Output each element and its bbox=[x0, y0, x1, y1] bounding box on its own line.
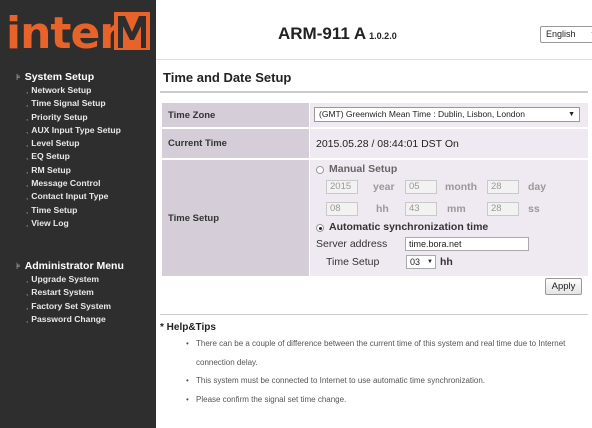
apply-button[interactable]: Apply bbox=[545, 278, 582, 295]
day-unit: day bbox=[528, 181, 547, 193]
menu-item-network-setup[interactable]: , Network Setup bbox=[26, 84, 121, 97]
menu-item-contact-input-type[interactable]: , Contact Input Type bbox=[26, 190, 121, 203]
divider bbox=[160, 314, 588, 315]
sync-interval-select[interactable]: 03 ▼ bbox=[406, 255, 436, 269]
menu-item-factory-set-system[interactable]: , Factory Set System bbox=[26, 300, 111, 313]
help-tips-title: * Help&Tips bbox=[160, 322, 216, 333]
collapse-icon: ⊧ bbox=[16, 72, 21, 82]
svg-text:inter: inter bbox=[6, 8, 121, 56]
minute-unit: mm bbox=[447, 203, 466, 215]
header: ARM-911 A1.0.2.0 English▼ bbox=[156, 0, 592, 60]
current-time-cell: 2015.05.28 / 08:44:01 DST On bbox=[310, 129, 588, 158]
time-zone-select[interactable]: (GMT) Greenwich Mean Time : Dublin, Lisb… bbox=[314, 107, 580, 122]
help-tips-list: There can be a couple of difference betw… bbox=[186, 335, 586, 409]
server-address-label: Server address bbox=[316, 238, 388, 250]
day-input[interactable]: 28 bbox=[487, 180, 519, 194]
menu-item-time-signal-setup[interactable]: , Time Signal Setup bbox=[26, 97, 121, 110]
current-time-label: Current Time bbox=[162, 129, 309, 158]
menu-item-rm-setup[interactable]: , RM Setup bbox=[26, 164, 121, 177]
current-time-value: 2015.05.28 / 08:44:01 DST On bbox=[316, 137, 459, 150]
sidebar: inter ⊧ System Setup , Network Setup , Time… bbox=[0, 0, 156, 428]
sync-interval-unit: hh bbox=[440, 256, 453, 268]
menu-item-aux-input-type-setup[interactable]: , AUX Input Type Setup bbox=[26, 124, 121, 137]
hour-unit: hh bbox=[376, 203, 389, 215]
help-tip: Please confirm the signal set time chang… bbox=[186, 391, 586, 410]
dropdown-arrow-icon: ▼ bbox=[427, 259, 433, 265]
menu-item-password-change[interactable]: , Password Change bbox=[26, 313, 111, 326]
server-address-input[interactable]: time.bora.net bbox=[405, 237, 529, 251]
auto-sync-label: Automatic synchronization time bbox=[329, 221, 489, 233]
second-input[interactable]: 28 bbox=[487, 202, 519, 216]
time-setup-label: Time Setup bbox=[162, 160, 309, 276]
manual-setup-label: Manual Setup bbox=[329, 163, 398, 175]
month-unit: month bbox=[445, 181, 478, 193]
menu-item-eq-setup[interactable]: , EQ Setup bbox=[26, 150, 121, 163]
time-zone-cell: (GMT) Greenwich Mean Time : Dublin, Lisb… bbox=[310, 103, 588, 127]
intercm-logo: inter bbox=[4, 6, 154, 56]
menu-item-message-control[interactable]: , Message Control bbox=[26, 177, 121, 190]
sync-interval-label: Time Setup bbox=[326, 256, 380, 268]
minute-input[interactable]: 43 bbox=[405, 202, 437, 216]
help-tip: This system must be connected to Interne… bbox=[186, 372, 586, 391]
product-title: ARM-911 A 1.0.2.0 bbox=[278, 24, 397, 43]
system-setup-menu: , Network Setup , Time Signal Setup , Prior… bbox=[26, 84, 121, 230]
second-unit: ss bbox=[528, 203, 540, 215]
time-setup-cell: Manual Setup 2015 year 05 month 28 day 0… bbox=[310, 160, 588, 276]
time-zone-label: Time Zone bbox=[162, 103, 309, 127]
language-select[interactable]: English▼ bbox=[540, 26, 592, 43]
collapse-icon: ⊧ bbox=[16, 261, 21, 271]
year-input[interactable]: 2015 bbox=[326, 180, 358, 194]
menu-item-upgrade-system[interactable]: , Upgrade System bbox=[26, 273, 111, 286]
hour-input[interactable]: 08 bbox=[326, 202, 358, 216]
administrator-menu: , Upgrade System , Restart System , Factory… bbox=[26, 273, 111, 326]
year-unit: year bbox=[373, 181, 395, 193]
menu-group-administrator[interactable]: ⊧ Administrator Menu bbox=[16, 260, 124, 272]
auto-sync-radio[interactable] bbox=[316, 224, 324, 232]
product-version: 1.0.2.0 bbox=[369, 31, 397, 41]
help-tip: There can be a couple of difference betw… bbox=[186, 335, 586, 372]
menu-item-restart-system[interactable]: , Restart System bbox=[26, 286, 111, 299]
menu-item-time-setup[interactable]: , Time Setup bbox=[26, 204, 121, 217]
month-input[interactable]: 05 bbox=[405, 180, 437, 194]
divider bbox=[160, 91, 588, 93]
manual-setup-radio[interactable] bbox=[316, 166, 324, 174]
menu-item-priority-setup[interactable]: , Priority Setup bbox=[26, 111, 121, 124]
page-title: Time and Date Setup bbox=[163, 70, 292, 85]
menu-item-level-setup[interactable]: , Level Setup bbox=[26, 137, 121, 150]
dropdown-arrow-icon: ▼ bbox=[568, 111, 575, 118]
menu-group-system-setup[interactable]: ⊧ System Setup bbox=[16, 71, 94, 83]
menu-item-view-log[interactable]: , View Log bbox=[26, 217, 121, 230]
